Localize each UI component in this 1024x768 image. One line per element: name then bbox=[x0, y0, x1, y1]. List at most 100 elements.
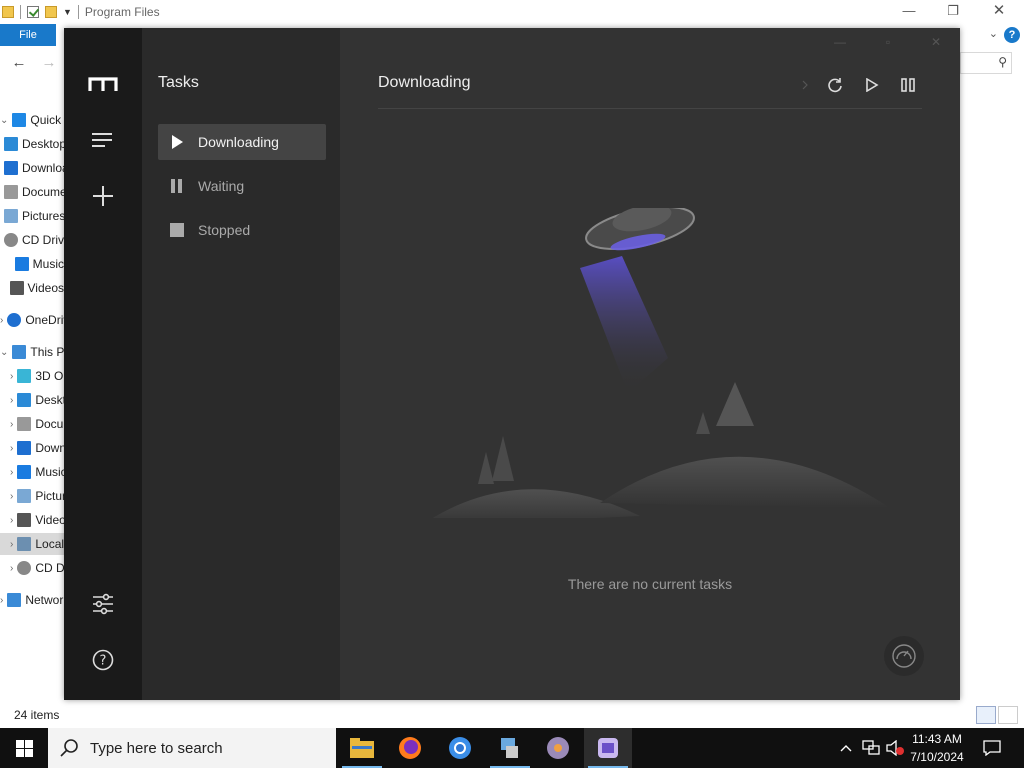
window-minimize-button[interactable]: — bbox=[826, 34, 854, 50]
firefox-taskbar-button[interactable] bbox=[386, 728, 434, 768]
header-divider bbox=[378, 108, 922, 109]
tree-item[interactable]: ⌄ This PC bbox=[0, 341, 64, 363]
properties-icon[interactable] bbox=[27, 6, 39, 18]
search-box[interactable]: ⚲ bbox=[960, 52, 1012, 74]
large-icons-view-button[interactable] bbox=[998, 706, 1018, 724]
pictures-icon bbox=[4, 209, 18, 223]
tree-item[interactable]: Documents bbox=[0, 181, 64, 203]
expand-right-chevron-icon[interactable]: › bbox=[10, 491, 13, 502]
tree-item[interactable]: › 3D Objects bbox=[0, 365, 64, 387]
tree-item[interactable]: › Desktop bbox=[0, 389, 64, 411]
sidebar-item-downloading[interactable]: Downloading bbox=[158, 124, 326, 160]
refresh-button[interactable] bbox=[822, 72, 848, 98]
preferences-sliders-icon[interactable] bbox=[83, 584, 123, 624]
maximize-button[interactable]: ❐ bbox=[930, 0, 976, 24]
help-button[interactable]: ? bbox=[1004, 27, 1020, 43]
download-arrow-icon bbox=[4, 161, 18, 175]
tree-item[interactable]: › Local Disk bbox=[0, 533, 64, 555]
media-player-taskbar-button[interactable] bbox=[534, 728, 582, 768]
tree-item[interactable]: ⌄ Quick access bbox=[0, 109, 64, 131]
folder-icon[interactable] bbox=[2, 6, 14, 18]
sidebar-item-label: Waiting bbox=[198, 178, 245, 194]
chevron-down-icon[interactable]: ⌄ bbox=[989, 27, 998, 40]
tree-item[interactable]: › Downloads bbox=[0, 437, 64, 459]
file-explorer-taskbar-button[interactable] bbox=[338, 728, 386, 768]
expand-right-chevron-icon[interactable]: › bbox=[10, 563, 13, 574]
menu-icon[interactable] bbox=[83, 120, 123, 160]
tree-item[interactable]: › OneDrive bbox=[0, 309, 64, 331]
show-hidden-icons-chevron-icon[interactable] bbox=[836, 728, 856, 768]
tree-item[interactable]: Videos bbox=[0, 277, 64, 299]
clock-date: 7/10/2024 bbox=[910, 750, 964, 764]
file-tab[interactable]: File bbox=[0, 24, 56, 46]
tree-item[interactable]: › Videos bbox=[0, 509, 64, 531]
tree-item[interactable]: Pictures bbox=[0, 205, 64, 227]
motrix-taskbar-button[interactable] bbox=[584, 728, 632, 768]
tree-item-label: Music bbox=[35, 465, 64, 479]
tree-item-label: Desktop bbox=[35, 393, 64, 407]
explorer-title-bar: ▼ Program Files — ❐ ✕ bbox=[0, 0, 1024, 24]
search-icon: ⚲ bbox=[998, 55, 1007, 69]
window-maximize-button[interactable]: ▫ bbox=[874, 34, 902, 50]
expand-right-chevron-icon[interactable]: › bbox=[10, 539, 13, 550]
tree-item[interactable]: › Music bbox=[0, 461, 64, 483]
system-clock[interactable]: 11:43 AM 7/10/2024 bbox=[900, 730, 974, 766]
tree-item[interactable]: › Network bbox=[0, 589, 64, 611]
tree-item-label: Quick access bbox=[30, 113, 64, 127]
network-icon[interactable] bbox=[860, 728, 882, 768]
document-icon bbox=[4, 185, 18, 199]
tree-item[interactable]: Music bbox=[0, 253, 64, 275]
sidebar-item-stopped[interactable]: Stopped bbox=[158, 212, 326, 248]
customize-toolbar-arrow-icon[interactable]: ▼ bbox=[63, 7, 72, 17]
motrix-window: ? Tasks Downloading Waiting Stopped — ▫ … bbox=[64, 28, 960, 700]
computer-icon bbox=[12, 345, 27, 359]
stop-icon bbox=[170, 223, 184, 237]
tree-item[interactable]: Desktop bbox=[0, 133, 64, 155]
expand-right-chevron-icon[interactable]: › bbox=[10, 515, 13, 526]
desktop-icon bbox=[17, 393, 32, 407]
tree-item[interactable]: Downloads bbox=[0, 157, 64, 179]
tree-item[interactable]: › Documents bbox=[0, 413, 64, 435]
download-arrow-icon bbox=[17, 441, 32, 455]
expand-right-chevron-icon[interactable]: › bbox=[0, 595, 3, 606]
expand-right-chevron-icon[interactable]: › bbox=[10, 371, 13, 382]
taskbar-search-box[interactable]: Type here to search bbox=[48, 728, 336, 768]
back-arrow-icon[interactable]: ← bbox=[8, 52, 30, 74]
firefox-icon bbox=[399, 737, 421, 759]
expand-down-chevron-icon[interactable]: ⌄ bbox=[0, 115, 8, 126]
tree-item[interactable]: › Pictures bbox=[0, 485, 64, 507]
tree-item[interactable]: › CD Drive bbox=[0, 557, 64, 579]
pause-icon bbox=[170, 179, 184, 193]
local-disk-icon bbox=[17, 537, 32, 551]
speedometer-button[interactable] bbox=[884, 636, 924, 676]
svg-text:?: ? bbox=[100, 654, 107, 669]
expand-down-chevron-icon[interactable]: ⌄ bbox=[0, 347, 8, 358]
minimize-button[interactable]: — bbox=[886, 0, 932, 24]
sidebar-item-waiting[interactable]: Waiting bbox=[158, 168, 326, 204]
sidebar-item-label: Stopped bbox=[198, 222, 251, 238]
expand-right-chevron-icon[interactable]: › bbox=[10, 443, 13, 454]
pause-all-button[interactable] bbox=[895, 72, 921, 98]
details-view-button[interactable] bbox=[976, 706, 996, 724]
new-folder-icon[interactable] bbox=[45, 6, 57, 18]
notifications-icon[interactable] bbox=[978, 728, 1006, 768]
tree-item[interactable]: CD Drive bbox=[0, 229, 64, 251]
add-task-icon[interactable] bbox=[83, 176, 123, 216]
forward-arrow-icon[interactable]: → bbox=[38, 52, 60, 74]
expand-right-chevron-icon[interactable]: › bbox=[0, 315, 3, 326]
chrome-taskbar-button[interactable] bbox=[436, 728, 484, 768]
start-button[interactable] bbox=[0, 728, 48, 768]
expand-right-chevron-icon[interactable]: › bbox=[10, 395, 13, 406]
control-panel-taskbar-button[interactable] bbox=[486, 728, 534, 768]
tree-item-label: OneDrive bbox=[25, 313, 64, 327]
expand-right-chevron-icon[interactable]: › bbox=[10, 467, 13, 478]
resume-all-button[interactable] bbox=[859, 72, 885, 98]
help-icon[interactable]: ? bbox=[83, 640, 123, 680]
windows-logo-icon bbox=[15, 739, 33, 757]
close-button[interactable]: ✕ bbox=[976, 0, 1022, 24]
window-close-button[interactable]: ✕ bbox=[922, 34, 950, 50]
tree-item-label: Videos bbox=[27, 281, 64, 295]
expand-right-chevron-icon[interactable]: › bbox=[10, 419, 13, 430]
item-count-status: 24 items bbox=[14, 708, 60, 722]
motrix-app-icon bbox=[598, 738, 618, 758]
